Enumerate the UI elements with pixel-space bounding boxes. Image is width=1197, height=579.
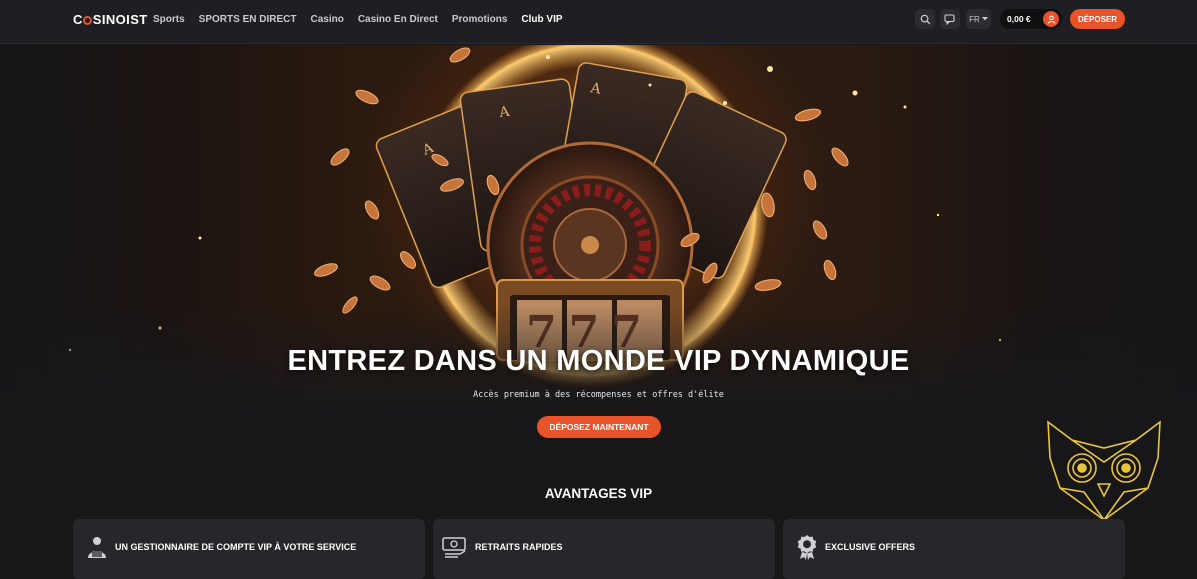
language-selector[interactable]: FR [966, 9, 991, 29]
cash-withdrawal-icon [442, 537, 466, 558]
balance-amount: 0,00 € [1007, 14, 1031, 24]
award-badge-icon [797, 535, 817, 560]
nav-live-casino[interactable]: Casino En Direct [358, 14, 438, 25]
nav-promotions[interactable]: Promotions [452, 14, 508, 25]
hero-subtitle: Accès premium à des récompenses et offre… [473, 390, 724, 400]
main-nav: Sports SPORTS EN DIRECT Casino Casino En… [153, 14, 577, 25]
chat-icon [944, 13, 955, 25]
hero-title: ENTREZ DANS UN MONDE VIP DYNAMIQUE [287, 345, 910, 377]
benefit-label: RETRAITS RAPIDES [475, 542, 563, 552]
nav-club-vip[interactable]: Club VIP [521, 14, 562, 25]
benefit-label: EXCLUSIVE OFFERS [825, 542, 916, 552]
owl-mascot-icon [1047, 420, 1161, 521]
benefit-label: UN GESTIONNAIRE DE COMPTE VIP À VOTRE SE… [115, 542, 357, 552]
logo-chip-mark [83, 16, 93, 25]
user-avatar-button[interactable] [1043, 11, 1059, 27]
search-icon [920, 14, 930, 24]
balance-widget[interactable]: 0,00 € [1000, 9, 1062, 29]
top-header: C SINOIST Sports SPORTS EN DIRECT Casino … [0, 0, 1197, 44]
benefit-card-exclusive-offers: EXCLUSIVE OFFERS [783, 519, 1125, 579]
deposit-button[interactable]: DÉPOSER [1070, 9, 1125, 29]
user-icon [1047, 15, 1055, 24]
chevron-down-icon [981, 17, 988, 21]
search-button[interactable] [915, 9, 935, 29]
account-manager-icon [88, 537, 106, 558]
benefit-card-account-manager: UN GESTIONNAIRE DE COMPTE VIP À VOTRE SE… [73, 519, 425, 579]
deposit-now-button[interactable]: DÉPOSEZ MAINTENANT [537, 416, 661, 438]
nav-sports[interactable]: Sports [153, 14, 185, 25]
vip-benefits-title: AVANTAGES VIP [544, 486, 653, 501]
nav-casino[interactable]: Casino [310, 14, 343, 25]
nav-live-sports[interactable]: SPORTS EN DIRECT [199, 14, 297, 25]
hero-banner: A A A 777 [0, 45, 1197, 475]
casinoist-logo[interactable]: C SINOIST [73, 12, 148, 27]
chat-button[interactable] [940, 9, 960, 29]
benefit-card-fast-withdrawals: RETRAITS RAPIDES [433, 519, 775, 579]
language-value: FR [969, 14, 980, 24]
